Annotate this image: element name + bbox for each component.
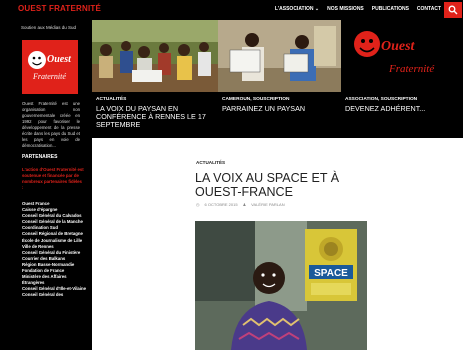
featured-title[interactable]: PARRAINEZ UN PAYSAN: [222, 104, 340, 113]
site-logo[interactable]: Ouest Fraternité: [22, 40, 78, 94]
search-icon: [448, 5, 458, 15]
nav-item-publications[interactable]: PUBLICATIONS: [372, 6, 409, 12]
featured-image[interactable]: [218, 20, 341, 92]
partner-item[interactable]: Conseil Général des: [22, 292, 86, 298]
partners-heading: PARTENAIRES: [22, 154, 58, 160]
featured-strip: ACTUALITÉS LA VOIX DU PAYSAN EN CONFÉREN…: [92, 20, 463, 138]
partner-item[interactable]: Conseil Général du Finistère: [22, 250, 86, 256]
featured-logo-word-fraternite: Fraternité: [388, 63, 435, 75]
featured-item[interactable]: ACTUALITÉS LA VOIX DU PAYSAN EN CONFÉREN…: [92, 20, 218, 138]
site-tagline: Soutien aux Médias du Sud: [21, 25, 77, 30]
article-title[interactable]: LA VOIX AU SPACE ET À OUEST-FRANCE: [195, 171, 345, 199]
featured-category[interactable]: ASSOCIATION, SOUSCRIPTION: [345, 97, 417, 102]
partners-note: L'action d'Ouest Fraternité est soutenue…: [22, 167, 84, 190]
top-bar: OUEST FRATERNITÉ L'ASSOCIATION ⌄ NOS MIS…: [0, 0, 463, 20]
nav-item-association[interactable]: L'ASSOCIATION ⌄: [275, 6, 319, 12]
nav-item-missions[interactable]: NOS MISSIONS: [327, 6, 364, 12]
clock-icon: ◷: [196, 202, 200, 207]
featured-logo-word-ouest: Ouest: [381, 39, 416, 54]
user-icon: ♟: [242, 202, 247, 207]
article-meta: ◷ 6 OCTOBRE 2015 ♟ VALÉRIE PARLAN: [196, 202, 285, 207]
article-photo: SPACE: [195, 221, 367, 350]
featured-item[interactable]: CAMEROUN, SOUSCRIPTION PARRAINEZ UN PAYS…: [218, 20, 341, 138]
nav-item-contact[interactable]: CONTACT: [417, 6, 441, 12]
partner-item[interactable]: Ministère des Affaires Étrangères: [22, 274, 86, 286]
article-author[interactable]: VALÉRIE PARLAN: [251, 202, 284, 207]
search-button[interactable]: [444, 2, 462, 18]
partners-list: Ouest France Caisse d'épargne Conseil Gé…: [22, 201, 86, 299]
site-title[interactable]: OUEST FRATERNITÉ: [18, 4, 101, 13]
featured-category[interactable]: ACTUALITÉS: [96, 97, 126, 102]
featured-category[interactable]: CAMEROUN, SOUSCRIPTION: [222, 97, 289, 102]
logo-graphic: Ouest Fraternité: [22, 40, 78, 94]
featured-item[interactable]: Ouest Fraternité ASSOCIATION, SOUSCRIPTI…: [341, 20, 463, 138]
logo-word-fraternite: Fraternité: [32, 72, 66, 81]
main-article: ACTUALITÉS LA VOIX AU SPACE ET À OUEST-F…: [92, 138, 463, 350]
article-category[interactable]: ACTUALITÉS: [196, 160, 225, 165]
about-text: Ouest Fraternité est une organisation no…: [22, 101, 80, 148]
featured-image[interactable]: Ouest Fraternité: [341, 20, 463, 92]
featured-title[interactable]: DEVENEZ ADHÉRENT...: [345, 104, 463, 113]
partner-item[interactable]: Conseil Régional de Bretagne: [22, 231, 86, 237]
article-date[interactable]: 6 OCTOBRE 2015: [205, 202, 238, 207]
photo-sign-text: SPACE: [314, 268, 348, 279]
logo-word-ouest: Ouest: [47, 54, 72, 65]
featured-title[interactable]: LA VOIX DU PAYSAN EN CONFÉRENCE À RENNES…: [96, 104, 214, 130]
main-nav: L'ASSOCIATION ⌄ NOS MISSIONS PUBLICATION…: [275, 6, 441, 12]
partner-item[interactable]: École de Journalisme de Lille: [22, 238, 86, 244]
featured-image[interactable]: [92, 20, 218, 92]
sidebar: Soutien aux Médias du Sud Ouest Fraterni…: [0, 20, 92, 350]
